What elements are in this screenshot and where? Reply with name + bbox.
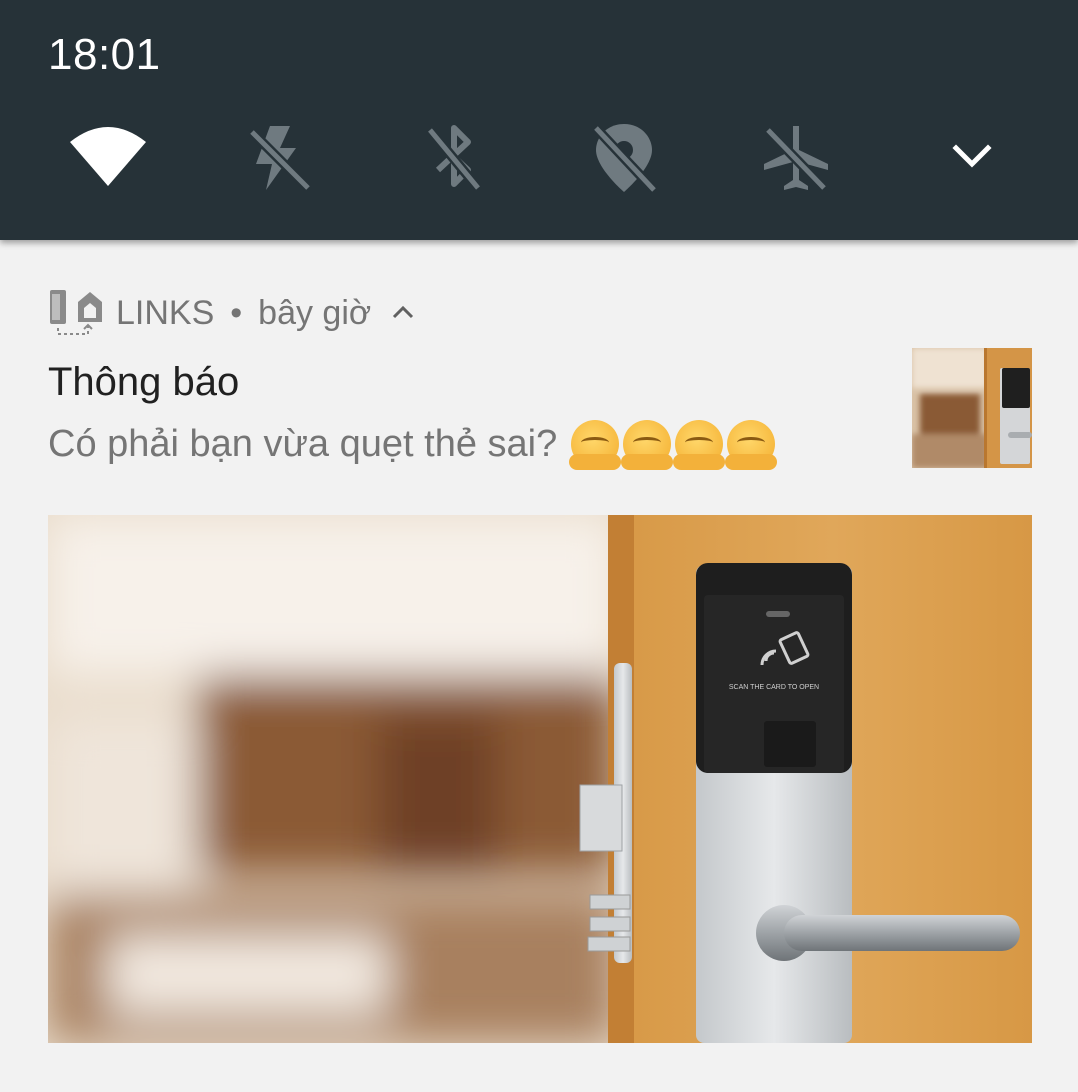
quick-settings-row	[0, 110, 1078, 206]
wifi-icon[interactable]	[68, 118, 148, 198]
hugging-face-emoji	[621, 420, 674, 470]
app-name: LINKS	[116, 293, 215, 332]
lock-panel-text: SCAN THE CARD TO OPEN	[729, 684, 819, 691]
airplane-mode-off-icon[interactable]	[756, 118, 836, 198]
status-bar: 18:01	[0, 0, 1078, 240]
chevron-up-icon[interactable]	[389, 299, 417, 327]
notification-thumbnail	[912, 348, 1032, 468]
notification-large-image: SCAN THE CARD TO OPEN	[48, 515, 1032, 1043]
bluetooth-off-icon[interactable]	[414, 118, 494, 198]
hugging-face-emoji	[569, 420, 622, 470]
notification-title: Thông báo	[48, 360, 240, 404]
notification-header[interactable]: LINKS • bây giờ	[48, 288, 417, 338]
clock: 18:01	[48, 30, 161, 79]
notification-text-row: Có phải bạn vừa quẹt thẻ sai?	[48, 420, 778, 470]
hugging-face-emoji	[725, 420, 778, 470]
notification-text: Có phải bạn vừa quẹt thẻ sai?	[48, 422, 558, 465]
notification-time: bây giờ	[258, 293, 372, 332]
mobile-data-off-icon[interactable]	[240, 118, 320, 198]
notification-card[interactable]: LINKS • bây giờ Thông báo Có phải bạn vừ…	[0, 240, 1078, 1092]
emoji-group	[569, 420, 778, 470]
chevron-down-icon[interactable]	[932, 118, 1012, 198]
header-separator: •	[230, 293, 243, 332]
location-off-icon[interactable]	[584, 118, 664, 198]
links-app-icon	[50, 290, 102, 335]
hugging-face-emoji	[673, 420, 726, 470]
